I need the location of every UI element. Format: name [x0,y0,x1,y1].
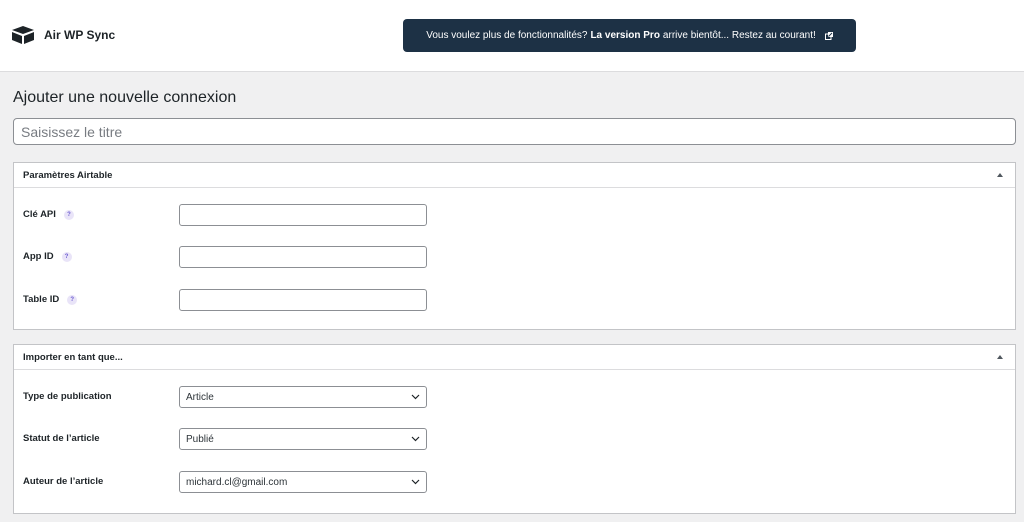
title-input[interactable] [13,118,1016,145]
chevron-down-icon [411,436,420,442]
help-icon[interactable]: ? [67,294,78,305]
chevron-down-icon [411,479,420,485]
help-icon[interactable]: ? [63,209,74,220]
post-type-row: Type de publication Article [14,386,1015,408]
box-header: Paramètres Airtable [14,163,1015,188]
promo-text-bold: La version Pro [590,30,660,41]
post-status-select[interactable]: Publié [179,428,427,450]
airtable-settings-box: Paramètres Airtable Clé API ? App ID ? T… [13,162,1016,330]
box-title: Paramètres Airtable [23,169,113,181]
post-status-value: Publié [186,433,214,445]
table-id-input[interactable] [179,289,427,311]
promo-text-suffix: arrive bientôt... Restez au courant! [662,30,816,41]
caret-up-icon [997,355,1003,359]
post-author-row: Auteur de l’article michard.cl@gmail.com [14,471,1015,493]
app-id-row: App ID ? [14,246,1015,268]
pro-version-banner[interactable]: Vous voulez plus de fonctionnalités? La … [403,19,856,52]
post-type-value: Article [186,391,214,403]
table-id-row: Table ID ? [14,289,1015,311]
external-link-icon [824,31,833,40]
post-status-row: Statut de l’article Publié [14,428,1015,450]
top-bar: Air WP Sync Vous voulez plus de fonction… [0,0,1024,72]
api-key-input[interactable] [179,204,427,226]
brand-name: Air WP Sync [44,28,116,42]
app-id-input[interactable] [179,246,427,268]
chevron-down-icon [411,394,420,400]
api-key-label: Clé API [23,209,56,220]
logo-icon [12,26,34,44]
post-author-select[interactable]: michard.cl@gmail.com [179,471,427,493]
promo-text-prefix: Vous voulez plus de fonctionnalités? [426,30,588,41]
post-type-select[interactable]: Article [179,386,427,408]
post-author-label: Auteur de l’article [23,476,104,487]
box-header: Importer en tant que... [14,345,1015,370]
api-key-row: Clé API ? [14,204,1015,226]
post-type-label: Type de publication [23,391,112,402]
collapse-toggle-button[interactable] [994,351,1006,363]
box-title: Importer en tant que... [23,351,123,363]
brand[interactable]: Air WP Sync [11,25,115,45]
import-as-box: Importer en tant que... Type de publicat… [13,344,1016,514]
post-author-value: michard.cl@gmail.com [186,476,288,488]
collapse-toggle-button[interactable] [994,169,1006,181]
post-status-label: Statut de l’article [23,433,100,444]
caret-up-icon [997,173,1003,177]
help-icon[interactable]: ? [61,251,72,262]
page-title: Ajouter une nouvelle connexion [13,89,237,106]
table-id-label: Table ID [23,294,60,305]
app-id-label: App ID [23,251,54,262]
